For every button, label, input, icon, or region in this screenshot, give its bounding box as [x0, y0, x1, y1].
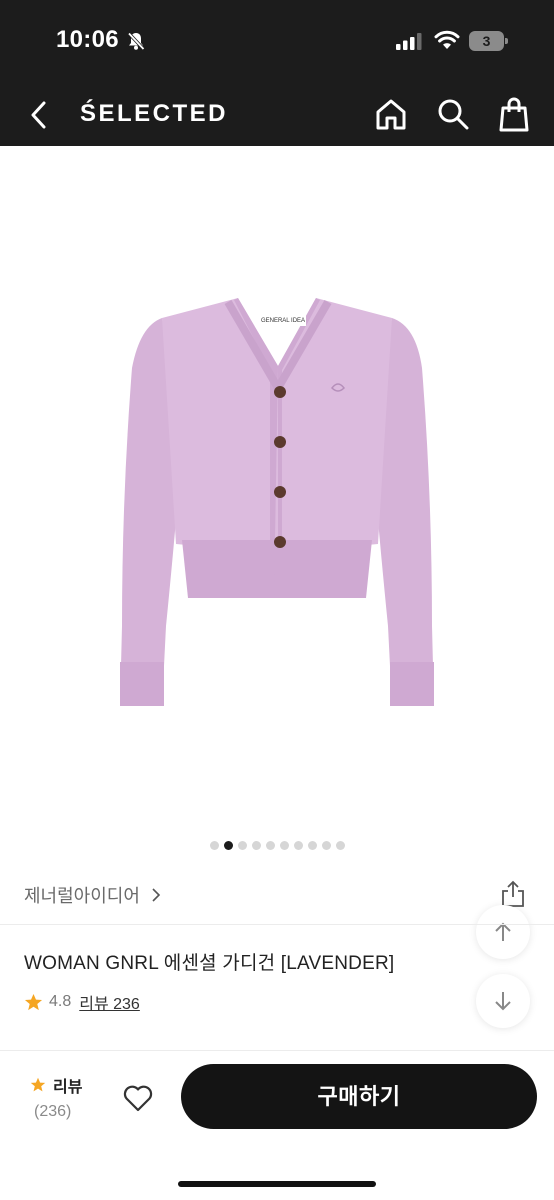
search-icon[interactable] — [436, 97, 470, 131]
pager-dot[interactable] — [251, 841, 261, 850]
pager-dot[interactable] — [293, 841, 303, 850]
pager-dot-active[interactable] — [223, 841, 233, 850]
rating-value: 4.8 — [49, 993, 72, 1010]
review-link[interactable]: 리뷰 236 — [79, 990, 140, 1014]
chevron-right-icon — [152, 888, 161, 902]
divider — [0, 924, 554, 925]
back-icon[interactable] — [26, 98, 52, 132]
star-icon — [30, 1077, 46, 1092]
pager-dot[interactable] — [265, 841, 275, 850]
app-title[interactable]: ŚELECTED — [80, 100, 228, 128]
home-icon[interactable] — [374, 97, 408, 131]
pager-dot[interactable] — [279, 841, 289, 850]
pager-dot[interactable] — [237, 841, 247, 850]
product-image[interactable]: GENERAL IDEA — [0, 146, 554, 836]
image-carousel-pager[interactable] — [0, 841, 554, 851]
cardigan-image: GENERAL IDEA — [120, 298, 434, 706]
review-summary-count: (236) — [34, 1103, 72, 1120]
arrow-down-icon — [495, 992, 511, 1011]
brand-name: 제너럴아이디어 — [24, 886, 140, 906]
scroll-down-button[interactable] — [476, 974, 530, 1028]
home-indicator — [178, 1181, 376, 1187]
shopping-bag-icon[interactable] — [498, 96, 530, 132]
bottom-action-bar: 리뷰 (236) 구매하기 — [0, 1050, 554, 1200]
rating-row: 4.8 리뷰 236 — [24, 990, 140, 1014]
wifi-icon — [434, 30, 460, 49]
heart-icon[interactable] — [122, 1083, 154, 1113]
brand-link[interactable]: 제너럴아이디어 — [24, 880, 162, 910]
pager-dot[interactable] — [321, 841, 331, 850]
review-summary[interactable]: 리뷰 (236) — [30, 1073, 100, 1121]
status-time: 10:06 — [56, 26, 119, 53]
battery-cap — [505, 38, 508, 44]
share-icon[interactable] — [500, 880, 526, 908]
buy-button[interactable]: 구매하기 — [181, 1064, 537, 1129]
review-summary-label: 리뷰 — [53, 1079, 83, 1096]
nav-bar: ŚELECTED — [0, 84, 554, 146]
product-title: WOMAN GNRL 에센셜 가디건 [LAVENDER] — [24, 953, 395, 974]
pager-dot[interactable] — [307, 841, 317, 850]
pager-dot[interactable] — [209, 841, 219, 850]
garment-label: GENERAL IDEA — [261, 318, 305, 324]
scroll-up-button[interactable] — [476, 905, 530, 959]
star-icon — [24, 993, 43, 1010]
status-bar: 10:06 3 — [0, 0, 554, 84]
signal-icon — [396, 33, 422, 50]
battery-level: 3 — [469, 31, 504, 51]
pager-dot[interactable] — [335, 841, 345, 850]
battery-indicator: 3 — [469, 31, 509, 51]
bell-slash-icon — [127, 32, 145, 51]
